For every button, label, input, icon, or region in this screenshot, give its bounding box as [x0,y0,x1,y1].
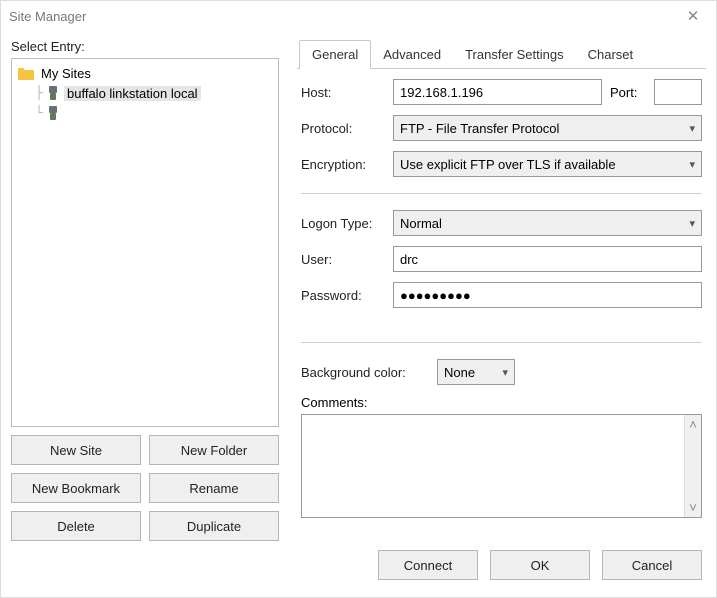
background-color-select[interactable]: None ▾ [437,359,515,385]
new-site-button[interactable]: New Site [11,435,141,465]
scrollbar[interactable]: ˄ ˅ [684,415,701,517]
select-entry-label: Select Entry: [11,39,279,54]
bgcolor-row: Background color: None ▾ [301,359,702,385]
site-tree[interactable]: My Sites ├ buffalo linkstation local └ [11,58,279,427]
protocol-select[interactable]: FTP - File Transfer Protocol ▾ [393,115,702,141]
separator [301,193,702,194]
tab-advanced[interactable]: Advanced [371,41,453,68]
host-input[interactable] [393,79,602,105]
logon-type-select[interactable]: Normal ▾ [393,210,702,236]
port-input[interactable] [654,79,702,105]
tree-root-label: My Sites [38,66,94,81]
comments-block: Comments: ˄ ˅ [301,395,702,518]
ok-button[interactable]: OK [490,550,590,580]
password-input[interactable] [393,282,702,308]
rename-button[interactable]: Rename [149,473,279,503]
encryption-select[interactable]: Use explicit FTP over TLS if available ▾ [393,151,702,177]
titlebar: Site Manager ✕ [1,1,716,31]
delete-button[interactable]: Delete [11,511,141,541]
encryption-value: Use explicit FTP over TLS if available [400,157,616,172]
left-pane: Select Entry: My Sites ├ buffalo linksta… [11,39,279,541]
duplicate-button[interactable]: Duplicate [149,511,279,541]
right-pane: General Advanced Transfer Settings Chars… [297,39,706,541]
server-icon [46,86,60,100]
encryption-label: Encryption: [301,157,385,172]
tree-item[interactable]: └ [14,103,276,123]
host-label: Host: [301,85,385,100]
separator [301,342,702,343]
cancel-button[interactable]: Cancel [602,550,702,580]
logon-type-label: Logon Type: [301,216,385,231]
tab-general[interactable]: General [299,40,371,69]
dialog-footer: Connect OK Cancel [1,545,716,597]
tabstrip: General Advanced Transfer Settings Chars… [297,39,706,69]
background-color-value: None [444,365,475,380]
host-row: Host: Port: [301,79,702,105]
encryption-row: Encryption: Use explicit FTP over TLS if… [301,151,702,177]
user-row: User: [301,246,702,272]
protocol-value: FTP - File Transfer Protocol [400,121,559,136]
user-input[interactable] [393,246,702,272]
connect-button[interactable]: Connect [378,550,478,580]
chevron-down-icon: ▾ [689,217,695,230]
scroll-down-icon[interactable]: ˅ [689,500,697,515]
chevron-down-icon: ▾ [689,158,695,171]
scroll-up-icon[interactable]: ˄ [689,417,697,432]
entry-buttons: New Site New Folder New Bookmark Rename … [11,435,279,541]
tree-item[interactable]: ├ buffalo linkstation local [14,83,276,103]
new-folder-button[interactable]: New Folder [149,435,279,465]
folder-icon [18,66,34,80]
password-label: Password: [301,288,385,303]
site-manager-window: Site Manager ✕ Select Entry: My Sites ├ … [0,0,717,598]
chevron-down-icon: ▾ [689,122,695,135]
port-label: Port: [610,85,646,100]
protocol-row: Protocol: FTP - File Transfer Protocol ▾ [301,115,702,141]
close-icon[interactable]: ✕ [678,7,708,25]
background-color-label: Background color: [301,365,429,380]
tree-branch-icon: └ [32,106,46,121]
chevron-down-icon: ▾ [502,366,508,379]
tab-transfer-settings[interactable]: Transfer Settings [453,41,576,68]
protocol-label: Protocol: [301,121,385,136]
logon-row: Logon Type: Normal ▾ [301,210,702,236]
tab-charset[interactable]: Charset [576,41,646,68]
tree-root[interactable]: My Sites [14,63,276,83]
password-row: Password: [301,282,702,308]
window-title: Site Manager [9,9,678,24]
server-icon [46,106,60,120]
user-label: User: [301,252,385,267]
comments-label: Comments: [301,395,702,410]
dialog-body: Select Entry: My Sites ├ buffalo linksta… [1,31,716,545]
new-bookmark-button[interactable]: New Bookmark [11,473,141,503]
tree-branch-icon: ├ [32,86,46,101]
tree-item-label: buffalo linkstation local [64,86,201,101]
comments-textarea[interactable]: ˄ ˅ [301,414,702,518]
logon-type-value: Normal [400,216,442,231]
general-form: Host: Port: Protocol: FTP - File Transfe… [297,69,706,522]
